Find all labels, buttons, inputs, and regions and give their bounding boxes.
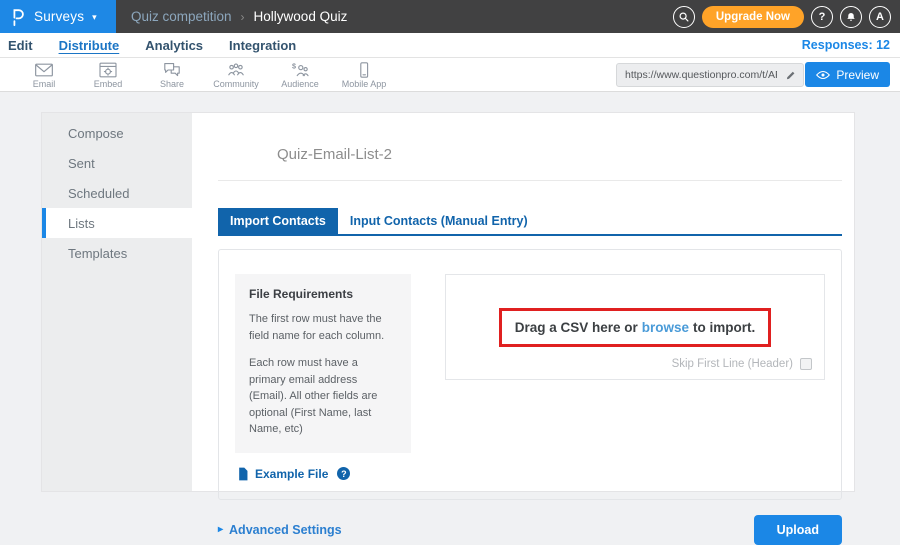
panel-footer: ▸ Advanced Settings Upload (218, 515, 842, 545)
preview-button[interactable]: Preview (805, 62, 890, 87)
example-file-row: Example File ? (235, 467, 411, 481)
content-card: Compose Sent Scheduled Lists Templates Q… (41, 112, 855, 492)
title-divider (218, 180, 842, 181)
active-indicator (42, 208, 46, 238)
survey-url-field (616, 63, 804, 87)
contacts-tabs: Import Contacts Input Contacts (Manual E… (218, 208, 842, 236)
nav-item-analytics[interactable]: Analytics (145, 38, 203, 53)
email-sidebar: Compose Sent Scheduled Lists Templates (42, 113, 192, 491)
app-header: Surveys ▾ Quiz competition › Hollywood Q… (0, 0, 900, 33)
responses-count[interactable]: Responses: 12 (802, 38, 890, 52)
tab-import-contacts[interactable]: Import Contacts (218, 208, 338, 234)
lists-main-area: Quiz-Email-List-2 Import Contacts Input … (192, 113, 854, 491)
example-file-link[interactable]: Example File (237, 467, 328, 481)
dropzone-highlight: Drag a CSV here or browse to import. (499, 308, 772, 347)
email-icon (34, 62, 54, 78)
eye-icon (816, 70, 830, 80)
advanced-settings-link[interactable]: ▸ Advanced Settings (218, 523, 342, 537)
upload-button[interactable]: Upload (754, 515, 842, 545)
file-requirements-paragraph: Each row must have a primary email addre… (249, 355, 397, 438)
share-icon (162, 62, 182, 78)
product-switcher[interactable]: Surveys ▾ (0, 0, 116, 33)
advanced-settings-label: Advanced Settings (229, 523, 342, 537)
upgrade-now-button[interactable]: Upgrade Now (702, 6, 804, 28)
community-icon (226, 62, 246, 78)
breadcrumb: Quiz competition › Hollywood Quiz (116, 0, 347, 33)
header-actions: Upgrade Now ? A (673, 0, 891, 33)
skip-first-line-checkbox[interactable] (800, 358, 812, 370)
toolbar-item-share[interactable]: Share (140, 60, 204, 89)
csv-dropzone[interactable]: Drag a CSV here or browse to import. Ski… (445, 274, 825, 380)
section-nav: Edit Distribute Analytics Integration Re… (0, 33, 900, 58)
toolbar-item-audience[interactable]: $ Audience (268, 60, 332, 89)
import-contacts-panel: File Requirements The first row must hav… (218, 249, 842, 500)
sidebar-item-scheduled[interactable]: Scheduled (42, 178, 192, 208)
product-name: Surveys (34, 9, 84, 24)
sidebar-item-sent[interactable]: Sent (42, 148, 192, 178)
chevron-down-icon: ▾ (92, 12, 97, 23)
tab-input-contacts-manual[interactable]: Input Contacts (Manual Entry) (338, 208, 540, 234)
notifications-button[interactable] (840, 6, 862, 28)
file-icon (237, 467, 249, 481)
svg-text:$: $ (292, 62, 296, 70)
toolbar-item-email[interactable]: Email (12, 60, 76, 89)
toolbar-item-mobile-app[interactable]: Mobile App (332, 60, 396, 89)
toolbar-item-community[interactable]: Community (204, 60, 268, 89)
file-requirements-title: File Requirements (249, 287, 397, 301)
breadcrumb-current: Hollywood Quiz (254, 9, 348, 24)
survey-url-input[interactable] (617, 69, 779, 81)
nav-item-distribute[interactable]: Distribute (59, 38, 120, 53)
questionpro-logo-icon (11, 7, 26, 27)
file-requirements-column: File Requirements The first row must hav… (235, 274, 411, 481)
caret-right-icon: ▸ (218, 524, 223, 535)
preview-label: Preview (836, 68, 879, 82)
edit-url-button[interactable] (779, 64, 803, 86)
search-button[interactable] (673, 6, 695, 28)
file-requirements-box: File Requirements The first row must hav… (235, 274, 411, 453)
example-file-label: Example File (255, 467, 328, 481)
pencil-icon (785, 69, 797, 81)
help-icon[interactable]: ? (337, 467, 350, 480)
mobile-app-icon (354, 62, 374, 78)
skip-first-line-row: Skip First Line (Header) (672, 358, 812, 370)
audience-icon: $ (290, 62, 310, 78)
nav-item-edit[interactable]: Edit (8, 38, 33, 53)
chevron-right-icon: › (241, 10, 245, 24)
dropzone-text-before: Drag a CSV here or (515, 320, 638, 335)
skip-first-line-label: Skip First Line (Header) (672, 358, 793, 370)
help-button[interactable]: ? (811, 6, 833, 28)
file-requirements-paragraph: The first row must have the field name f… (249, 311, 397, 344)
nav-item-integration[interactable]: Integration (229, 38, 296, 53)
toolbar-item-embed[interactable]: Embed (76, 60, 140, 89)
page-title: Quiz-Email-List-2 (277, 146, 842, 163)
browse-link[interactable]: browse (642, 320, 689, 335)
search-icon (678, 11, 690, 23)
dropzone-text-after: to import. (693, 320, 755, 335)
sidebar-item-templates[interactable]: Templates (42, 238, 192, 268)
embed-icon (98, 62, 118, 78)
sidebar-item-compose[interactable]: Compose (42, 118, 192, 148)
bell-icon (845, 11, 857, 23)
sidebar-item-lists[interactable]: Lists (42, 208, 192, 238)
distribute-toolbar: Email Embed Share Community $ Audience (0, 58, 900, 92)
breadcrumb-parent[interactable]: Quiz competition (131, 9, 232, 24)
avatar[interactable]: A (869, 6, 891, 28)
